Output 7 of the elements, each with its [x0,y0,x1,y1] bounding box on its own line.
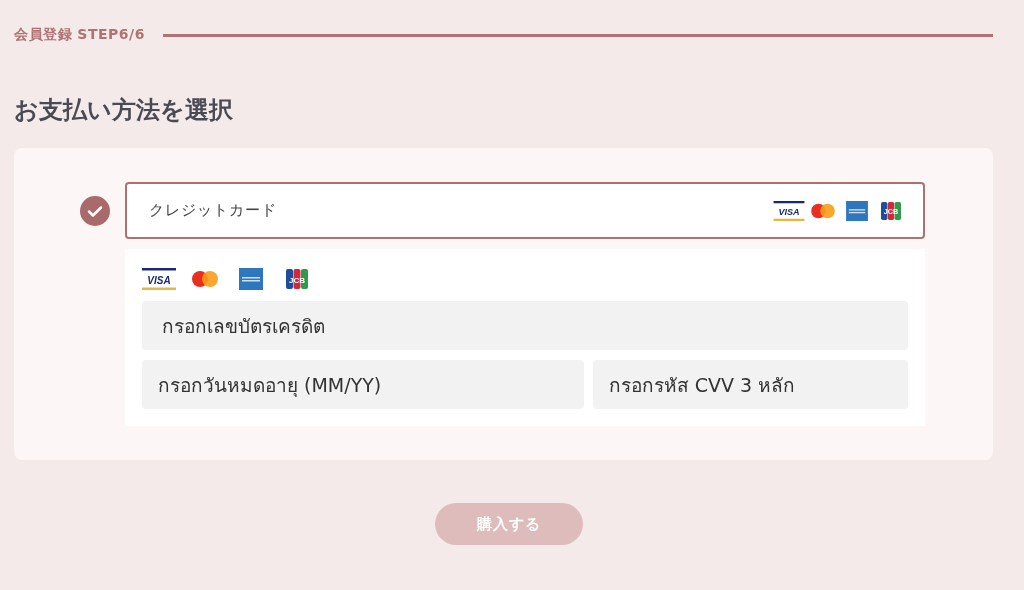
card-number-field[interactable]: กรอกเลขบัตรเครดิต [142,301,908,350]
page-title: お支払い方法を選択 [14,95,234,126]
payment-option[interactable]: クレジットカード VISA JCB [125,182,925,239]
step-label: 会員登録 STEP6/6 [14,26,145,44]
expiry-field[interactable]: กรอกวันหมดอายุ (MM/YY) [142,360,584,409]
check-icon[interactable] [80,195,110,226]
cvv-field[interactable]: กรอกรหัส CVV 3 หลัก [592,360,908,409]
